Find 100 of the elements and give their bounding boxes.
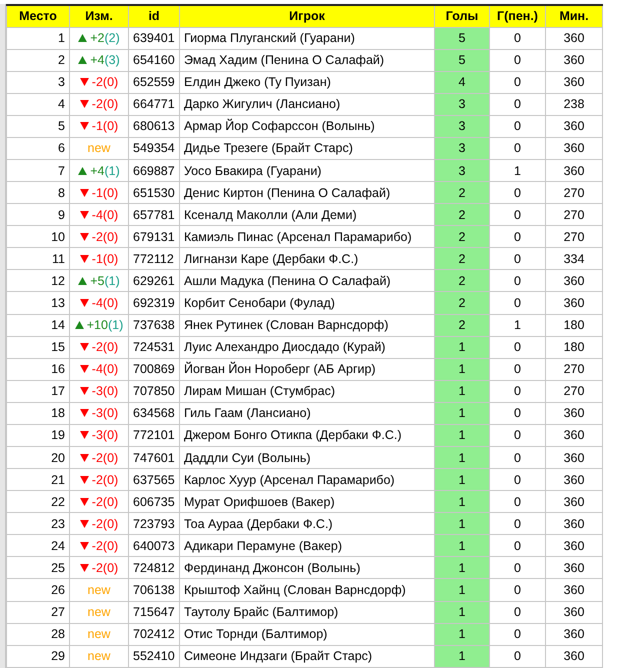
down-arrow-icon xyxy=(80,298,89,307)
change-value: -2(0) xyxy=(92,494,118,509)
penalty-goals-cell: 1 xyxy=(490,314,546,336)
player-cell: Камиэль Пинас (Арсенал Парамарибо) xyxy=(180,226,434,248)
id-cell: 679131 xyxy=(128,226,180,248)
penalty-goals-cell: 1 xyxy=(490,159,546,182)
penalty-goals-cell: 0 xyxy=(490,490,546,513)
up-arrow-icon xyxy=(74,321,84,330)
place-cell: 22 xyxy=(6,490,70,513)
minutes-cell: 270 xyxy=(546,380,602,402)
player-cell: Таутолу Брайс (Балтимор) xyxy=(180,601,434,624)
player-cell: Уосо Бвакира (Гуарани) xyxy=(180,159,434,182)
goals-cell: 3 xyxy=(434,115,490,138)
id-cell: 724531 xyxy=(128,336,180,358)
id-cell: 747601 xyxy=(128,446,180,469)
goals-cell: 4 xyxy=(434,71,490,94)
id-cell: 634568 xyxy=(128,402,180,424)
change-value: -3(0) xyxy=(92,428,118,442)
penalty-goals-cell: 0 xyxy=(490,358,546,380)
change-value: -2(0) xyxy=(92,516,118,531)
change-value: +10(1) xyxy=(86,318,124,332)
minutes-cell: 360 xyxy=(546,402,602,424)
player-cell: Тоа Аураа (Дербаки Ф.С.) xyxy=(180,512,434,535)
player-cell: Дидье Трезеге (Брайт Старс) xyxy=(180,137,434,160)
goals-cell: 3 xyxy=(434,93,490,116)
change-value: -4(0) xyxy=(92,208,118,222)
down-arrow-icon xyxy=(80,100,89,108)
minutes-cell: 334 xyxy=(546,248,602,270)
minutes-cell: 360 xyxy=(546,446,602,469)
goals-cell: 1 xyxy=(434,402,490,424)
id-cell: 606735 xyxy=(128,490,180,513)
id-cell: 772101 xyxy=(128,424,180,446)
player-cell: Армар Йор Софарссон (Волынь) xyxy=(180,115,434,138)
id-cell: 772112 xyxy=(128,248,180,270)
penalty-goals-cell: 0 xyxy=(490,556,546,579)
minutes-cell: 238 xyxy=(546,93,602,116)
goals-cell: 1 xyxy=(434,336,490,358)
player-cell: Мурат Орифшоев (Вакер) xyxy=(180,490,434,513)
id-cell: 657781 xyxy=(128,204,180,226)
down-arrow-icon xyxy=(80,365,89,374)
minutes-cell: 180 xyxy=(546,314,602,336)
goals-cell: 2 xyxy=(434,314,490,336)
id-cell: 702412 xyxy=(128,623,180,646)
up-arrow-icon xyxy=(78,34,88,42)
change-value: -4(0) xyxy=(92,296,118,310)
place-cell: 12 xyxy=(6,270,70,292)
penalty-goals-cell: 0 xyxy=(490,534,546,557)
goals-cell: 1 xyxy=(434,446,490,469)
id-cell: 629261 xyxy=(128,270,180,292)
id-cell: 637565 xyxy=(128,468,180,491)
change-value: -4(0) xyxy=(92,362,118,376)
penalty-goals-cell: 0 xyxy=(490,578,546,602)
id-cell: 680613 xyxy=(128,115,180,138)
id-cell: 549354 xyxy=(128,137,180,160)
place-cell: 6 xyxy=(6,137,70,160)
id-cell: 737638 xyxy=(128,314,180,336)
change-value: +4(3) xyxy=(90,53,120,68)
id-cell: 640073 xyxy=(128,534,180,557)
minutes-cell: 360 xyxy=(546,137,602,160)
penalty-goals-cell: 0 xyxy=(490,49,546,72)
penalty-goals-cell: 0 xyxy=(490,424,546,446)
goals-cell: 1 xyxy=(434,424,490,446)
down-arrow-icon xyxy=(80,122,89,130)
down-arrow-icon xyxy=(80,387,89,396)
minutes-cell: 360 xyxy=(546,292,602,314)
place-cell: 15 xyxy=(6,336,70,358)
penalty-goals-cell: 0 xyxy=(490,71,546,94)
down-arrow-icon xyxy=(80,343,89,352)
goals-cell: 1 xyxy=(434,380,490,402)
player-cell: Корбит Сенобари (Фулад) xyxy=(180,292,434,314)
change-value: -2(0) xyxy=(92,538,118,553)
down-arrow-icon xyxy=(80,78,89,86)
change-value: new xyxy=(88,649,110,664)
id-cell: 723793 xyxy=(128,512,180,535)
goals-cell: 2 xyxy=(434,248,490,270)
player-cell: Карлос Хуур (Арсенал Парамарибо) xyxy=(180,468,434,491)
penalty-goals-cell: 0 xyxy=(490,402,546,424)
down-arrow-icon xyxy=(80,520,89,528)
goals-cell: 3 xyxy=(434,159,490,182)
down-arrow-icon xyxy=(80,254,89,263)
id-cell: 692319 xyxy=(128,292,180,314)
id-cell: 669887 xyxy=(128,159,180,182)
change-value: -1(0) xyxy=(92,186,118,200)
player-cell: Ксеналд Маколли (Али Деми) xyxy=(180,204,434,226)
change-value: -2(0) xyxy=(92,75,118,90)
change-value: +2(2) xyxy=(90,31,120,46)
column-header: id xyxy=(128,5,180,27)
column-header: Мин. xyxy=(546,5,602,27)
minutes-cell: 180 xyxy=(546,336,602,358)
change-value: -1(0) xyxy=(92,119,118,134)
down-arrow-icon xyxy=(80,476,89,484)
player-cell: Лирам Мишан (Стумбрас) xyxy=(180,380,434,402)
place-cell: 28 xyxy=(6,623,70,646)
penalty-goals-cell: 0 xyxy=(490,601,546,624)
penalty-goals-cell: 0 xyxy=(490,512,546,535)
down-arrow-icon xyxy=(80,564,89,572)
id-cell: 639401 xyxy=(128,27,180,50)
minutes-cell: 360 xyxy=(546,490,602,513)
down-arrow-icon xyxy=(80,542,89,550)
up-arrow-icon xyxy=(78,276,88,285)
